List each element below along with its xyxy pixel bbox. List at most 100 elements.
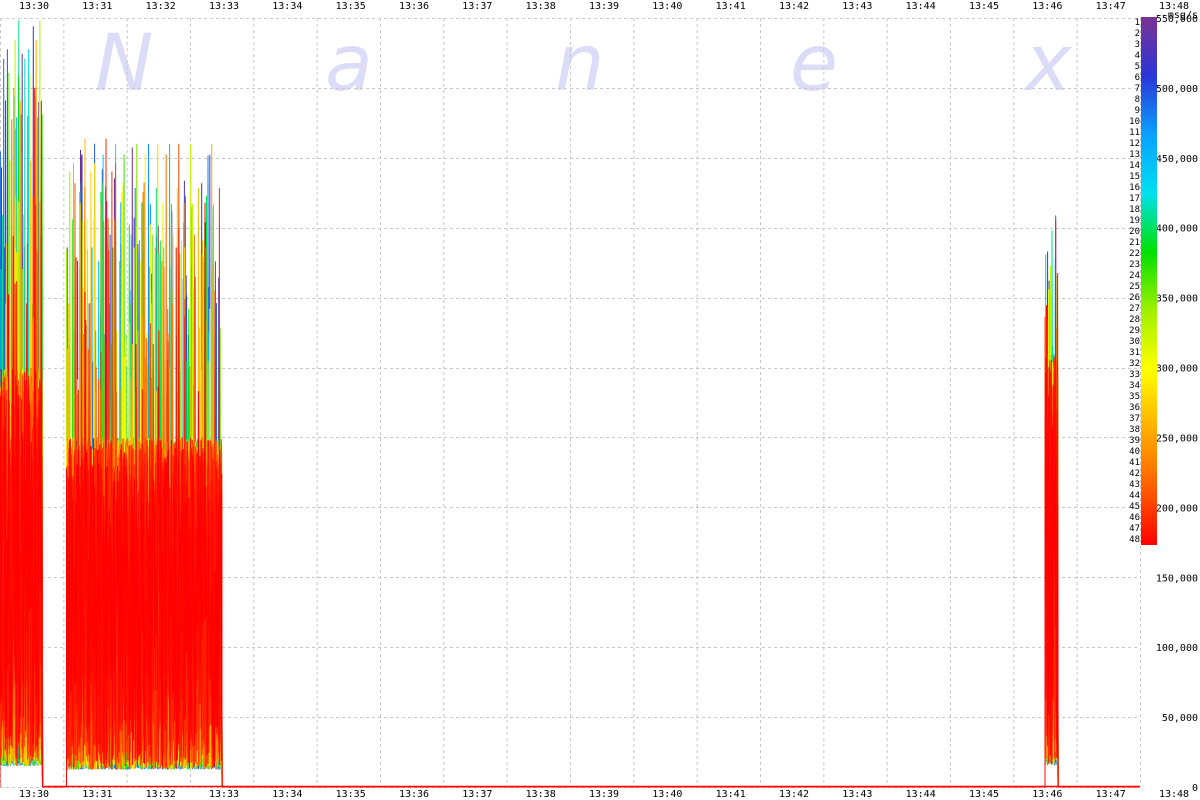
x-tick-label-top: 13:37 <box>462 1 492 12</box>
x-tick-label-bottom: 13:32 <box>146 789 176 800</box>
x-tick-label-top: 13:32 <box>146 1 176 12</box>
legend-series-label: 40 <box>1129 447 1140 457</box>
legend-series-label: 33 <box>1129 370 1140 380</box>
watermark-letter: x <box>1022 19 1072 109</box>
legend-series-label: 15 <box>1129 172 1140 182</box>
x-tick-label-bottom: 13:35 <box>336 789 366 800</box>
x-tick-label-top: 13:31 <box>82 1 112 12</box>
legend-series-label: 29 <box>1129 326 1140 336</box>
y-tick-label: 0 <box>1192 783 1198 794</box>
y-tick-label: 200,000 <box>1156 503 1198 514</box>
y-tick-label: 350,000 <box>1156 294 1198 305</box>
x-tick-label-bottom: 13:43 <box>842 789 872 800</box>
legend-series-label: 17 <box>1129 194 1140 204</box>
watermark-letter: n <box>555 19 604 109</box>
legend-series-label: 18 <box>1129 205 1140 215</box>
x-tick-label-bottom: 13:38 <box>526 789 556 800</box>
legend-series-label: 14 <box>1129 161 1140 171</box>
legend-series-label: 38 <box>1129 425 1140 435</box>
legend-series-label: 13 <box>1129 150 1140 160</box>
x-tick-label-top: 13:45 <box>969 1 999 12</box>
legend-series-label: 28 <box>1129 315 1140 325</box>
x-tick-label-bottom: 13:48 <box>1159 789 1189 800</box>
y-tick-label: 250,000 <box>1156 433 1198 444</box>
message-rate-chart: Na n e x 13:30 13:30 13:31 13:31 13:32 13:32 13:3… <box>0 1 1198 800</box>
y-tick-label: 300,000 <box>1156 364 1198 375</box>
legend-series-label: 32 <box>1129 359 1140 369</box>
legend-series-label: 37 <box>1129 414 1140 424</box>
x-tick-label-bottom: 13:30 <box>19 789 49 800</box>
x-tick-label-bottom: 13:31 <box>82 789 112 800</box>
legend-series-label: 1 <box>1135 18 1140 28</box>
x-tick-label-top: 13:30 <box>19 1 49 12</box>
legend-series-label: 6 <box>1135 73 1140 83</box>
watermark-letter: N <box>95 19 153 109</box>
x-tick-label-bottom: 13:41 <box>716 789 746 800</box>
x-tick-label-bottom: 13:37 <box>462 789 492 800</box>
legend-series-label: 34 <box>1129 381 1140 391</box>
y-tick-label: 100,000 <box>1156 643 1198 654</box>
legend-series-label: 27 <box>1129 304 1140 314</box>
legend-series-label: 31 <box>1129 348 1140 358</box>
x-tick-label-top: 13:43 <box>842 1 872 12</box>
y-tick-label: 400,000 <box>1156 224 1198 235</box>
x-tick-label-top: 13:46 <box>1032 1 1062 12</box>
legend-series-label: 45 <box>1129 502 1140 512</box>
x-tick-label-top: 13:33 <box>209 1 239 12</box>
legend-series-label: 9 <box>1135 106 1140 116</box>
x-tick-label-bottom: 13:40 <box>652 789 682 800</box>
legend-series-label: 7 <box>1135 84 1140 94</box>
x-tick-label-bottom: 13:47 <box>1096 789 1126 800</box>
legend-series-label: 46 <box>1129 513 1140 523</box>
y-tick-label: 50,000 <box>1162 713 1198 724</box>
x-tick-label-bottom: 13:46 <box>1032 789 1062 800</box>
watermark-letter: e <box>790 19 838 109</box>
x-tick-label-bottom: 13:39 <box>589 789 619 800</box>
x-tick-label-top: 13:38 <box>526 1 556 12</box>
chart-root: Na n e x 13:30 13:30 13:31 13:31 13:32 13:32 13:3… <box>0 0 1200 800</box>
legend-series-label: 22 <box>1129 249 1140 259</box>
legend-series-label: 43 <box>1129 480 1140 490</box>
color-legend: 1234567891011121314151617181920212223242… <box>1129 17 1157 545</box>
x-tick-label-bottom: 13:34 <box>272 789 302 800</box>
legend-series-label: 35 <box>1129 392 1140 402</box>
legend-series-label: 47 <box>1129 524 1140 534</box>
legend-series-label: 39 <box>1129 436 1140 446</box>
legend-series-label: 30 <box>1129 337 1140 347</box>
y-tick-label: 150,000 <box>1156 573 1198 584</box>
x-tick-label-bottom: 13:45 <box>969 789 999 800</box>
legend-series-label: 3 <box>1135 40 1140 50</box>
x-tick-label-top: 13:36 <box>399 1 429 12</box>
legend-series-label: 19 <box>1129 216 1140 226</box>
legend-series-label: 8 <box>1135 95 1140 105</box>
legend-series-label: 26 <box>1129 293 1140 303</box>
y-axis: 0 50,000 100,000 150,000 200,000 250,000 300,0… <box>1156 10 1198 794</box>
x-tick-label-bottom: 13:33 <box>209 789 239 800</box>
x-tick-label-bottom: 13:36 <box>399 789 429 800</box>
legend-series-label: 44 <box>1129 491 1140 501</box>
x-tick-label-top: 13:47 <box>1096 1 1126 12</box>
legend-color-bar <box>1141 17 1157 545</box>
y-axis-unit-label: msg/s <box>1168 10 1198 21</box>
watermark: Na n e x <box>95 19 1072 109</box>
x-tick-label-bottom: 13:42 <box>779 789 809 800</box>
legend-series-label: 5 <box>1135 62 1140 72</box>
x-tick-label-top: 13:40 <box>652 1 682 12</box>
legend-series-label: 12 <box>1129 139 1140 149</box>
legend-series-label: 48 <box>1129 535 1140 545</box>
x-tick-label-top: 13:39 <box>589 1 619 12</box>
watermark-letter: a <box>325 19 373 109</box>
legend-series-label: 11 <box>1129 128 1140 138</box>
x-tick-label-top: 13:34 <box>272 1 302 12</box>
legend-series-label: 21 <box>1129 238 1140 248</box>
legend-series-label: 41 <box>1129 458 1140 468</box>
legend-series-label: 42 <box>1129 469 1140 479</box>
legend-series-label: 20 <box>1129 227 1140 237</box>
x-tick-label-bottom: 13:44 <box>906 789 936 800</box>
legend-series-label: 24 <box>1129 271 1140 281</box>
x-tick-label-top: 13:35 <box>336 1 366 12</box>
x-tick-label-top: 13:44 <box>906 1 936 12</box>
legend-series-label: 10 <box>1129 117 1140 127</box>
legend-series-label: 25 <box>1129 282 1140 292</box>
y-tick-label: 500,000 <box>1156 84 1198 95</box>
